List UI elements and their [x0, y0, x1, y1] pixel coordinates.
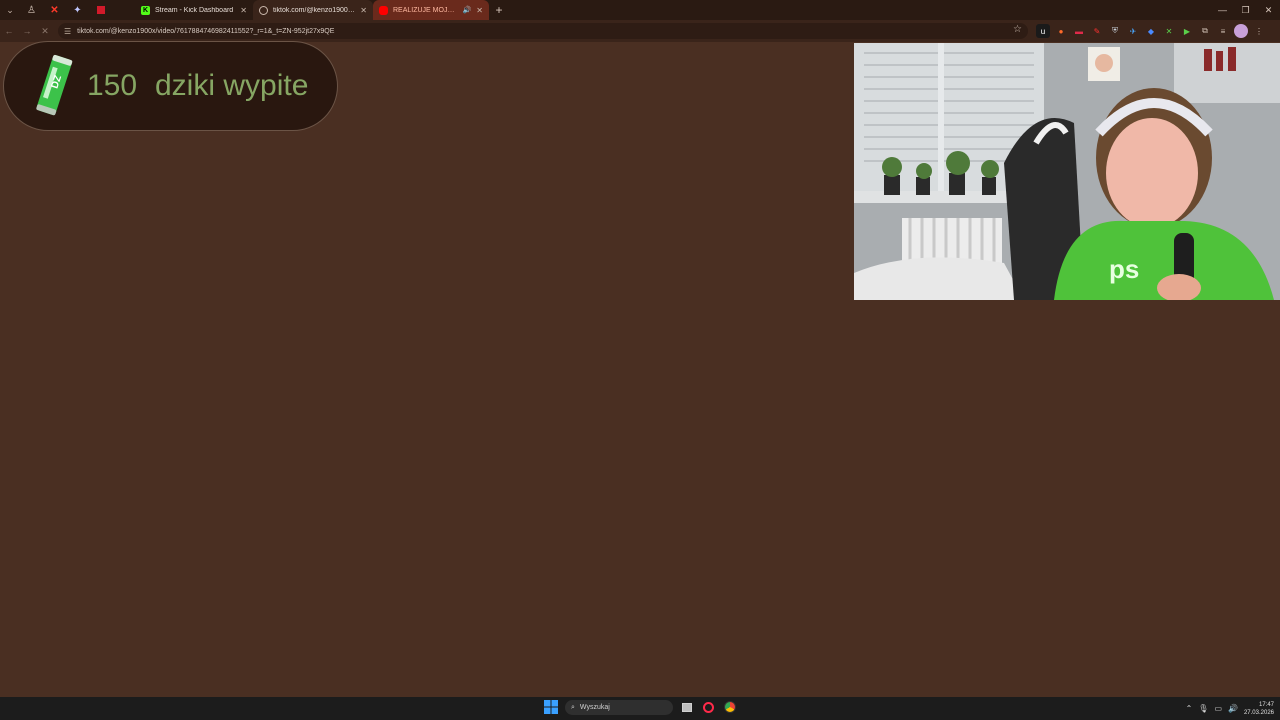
task-view-icon[interactable] — [680, 700, 694, 714]
speaker-icon[interactable]: 🔊 — [463, 6, 472, 14]
svg-text:ps: ps — [1109, 254, 1139, 284]
tab-search-menu-button[interactable]: ⌄ — [0, 0, 20, 20]
taskbar-search[interactable]: ⌕ Wyszukaj — [565, 700, 673, 715]
webcam-feed: ps — [854, 43, 1280, 300]
opera-gx-icon[interactable] — [701, 700, 715, 714]
tab-youtube[interactable]: REALIZUJE MOJE ZACHCIAN 🔊 ✕ — [373, 0, 489, 20]
windows-start-icon[interactable] — [544, 700, 558, 714]
menu-icon[interactable]: ≡ — [1216, 24, 1230, 38]
extension-4-icon[interactable]: ✎ — [1090, 24, 1104, 38]
new-tab-button[interactable]: + — [489, 0, 509, 20]
clock[interactable]: 17:47 27.03.2026 — [1244, 701, 1274, 717]
clock-time: 17:47 — [1258, 701, 1274, 708]
extension-3-icon[interactable]: ▬ — [1072, 24, 1086, 38]
stop-loading-icon[interactable]: ✕ — [36, 20, 54, 42]
drink-counter-label: dziki wypite — [155, 69, 309, 102]
puzzle-icon[interactable]: ⧉ — [1198, 24, 1212, 38]
shield-icon[interactable]: ⛨ — [1108, 24, 1122, 38]
close-window-icon[interactable]: ✕ — [1257, 0, 1280, 20]
minimize-icon[interactable]: — — [1211, 0, 1234, 20]
address-url[interactable]: tiktok.com/@kenzo1900x/video/76178847469… — [77, 28, 334, 35]
extensions-bar: u ● ▬ ✎ ⛨ ✈ ◆ ✕ ▶ ⧉ ≡ ⋮ — [1036, 23, 1266, 39]
window-controls: — ❐ ✕ — [1211, 0, 1280, 20]
network-icon[interactable]: ▭ — [1214, 704, 1222, 713]
show-hidden-icons-icon[interactable]: ⌃ — [1186, 704, 1193, 713]
tab-title: Stream - Kick Dashboard — [155, 6, 234, 14]
address-bar[interactable]: ☰ tiktok.com/@kenzo1900x/video/761788474… — [58, 23, 1028, 39]
youtube-icon — [379, 5, 388, 15]
site-info-icon[interactable]: ☰ — [64, 27, 71, 36]
tab-strip: ⌄ ♙ ✕ ✦ K Stream - Kick Dashboard ✕ tikt… — [0, 0, 1280, 20]
forward-icon[interactable]: → — [18, 20, 36, 42]
pinned-tab-1[interactable]: ♙ — [20, 0, 43, 20]
extension-7-icon[interactable]: ◆ — [1144, 24, 1158, 38]
close-tab-icon[interactable]: ✕ — [240, 6, 247, 15]
red-square-icon — [96, 6, 105, 14]
extension-1-icon[interactable]: u — [1036, 24, 1050, 38]
tab-title: tiktok.com/@kenzo1900x/vide — [273, 6, 355, 14]
person-icon: ♙ — [27, 4, 36, 16]
taskbar-search-placeholder: Wyszukaj — [579, 704, 610, 711]
webcam-image: ps — [854, 43, 1280, 300]
clock-date: 27.03.2026 — [1243, 709, 1274, 716]
star-icon: ✦ — [73, 4, 82, 16]
maximize-icon[interactable]: ❐ — [1234, 0, 1257, 20]
pinned-tab-3[interactable]: ✦ — [66, 0, 89, 20]
game-icon: ✕ — [50, 4, 59, 16]
more-options-icon[interactable]: ⋮ — [1252, 24, 1266, 38]
extension-8-icon[interactable]: ✕ — [1162, 24, 1176, 38]
pinned-tab-2[interactable]: ✕ — [43, 0, 66, 20]
extension-2-icon[interactable]: ● — [1054, 24, 1068, 38]
close-tab-icon[interactable]: ✕ — [476, 6, 483, 15]
kick-icon: K — [141, 5, 150, 15]
system-tray: ⌃ 🎙 ▭ 🔊 17:47 27.03.2026 — [1186, 697, 1274, 720]
back-icon[interactable]: ← — [0, 20, 18, 42]
tab-title: REALIZUJE MOJE ZACHCIAN — [393, 6, 458, 14]
tab-kick-dashboard[interactable]: K Stream - Kick Dashboard ✕ — [135, 0, 253, 20]
search-icon: ⌕ — [571, 703, 575, 711]
close-tab-icon[interactable]: ✕ — [360, 6, 367, 15]
volume-icon[interactable]: 🔊 — [1228, 704, 1238, 713]
drink-counter-overlay: DZ 150 dziki wypite — [3, 41, 338, 131]
pinned-tab-4[interactable] — [89, 0, 112, 20]
extension-6-icon[interactable]: ✈ — [1126, 24, 1140, 38]
tab-tiktok[interactable]: tiktok.com/@kenzo1900x/vide ✕ — [253, 0, 373, 20]
bookmark-star-icon[interactable]: ☆ — [1013, 24, 1022, 35]
drink-count: 150 — [87, 69, 138, 102]
energy-drink-can-icon: DZ — [36, 54, 73, 116]
extension-9-icon[interactable]: ▶ — [1180, 24, 1194, 38]
pinned-tab-5[interactable] — [112, 0, 135, 20]
avatar[interactable] — [1234, 24, 1248, 38]
chrome-icon[interactable] — [723, 700, 737, 714]
tiktok-icon — [259, 5, 268, 15]
microphone-icon[interactable]: 🎙 — [1198, 704, 1208, 713]
